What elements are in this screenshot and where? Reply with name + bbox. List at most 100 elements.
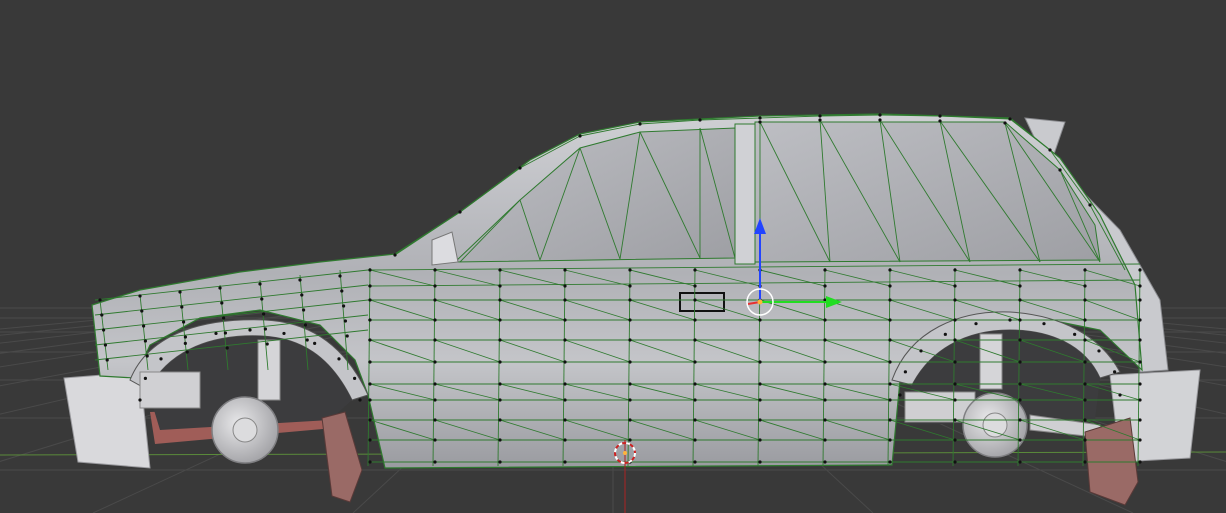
mesh-vertex[interactable] [563, 298, 567, 302]
mesh-vertex[interactable] [1138, 418, 1142, 422]
mesh-vertex[interactable] [1138, 298, 1142, 302]
mesh-vertex[interactable] [433, 418, 437, 422]
mesh-vertex[interactable] [433, 268, 437, 272]
mesh-vertex[interactable] [898, 393, 902, 397]
mesh-vertex[interactable] [358, 398, 362, 402]
mesh-vertex[interactable] [758, 318, 762, 322]
mesh-vertex[interactable] [368, 398, 372, 402]
mesh-vertex[interactable] [263, 327, 267, 331]
mesh-vertex[interactable] [888, 398, 892, 402]
mesh-vertex[interactable] [265, 342, 269, 346]
mesh-vertex[interactable] [888, 338, 892, 342]
mesh-vertex[interactable] [953, 438, 957, 442]
mesh-vertex[interactable] [1138, 360, 1142, 364]
mesh-vertex[interactable] [518, 166, 522, 170]
mesh-vertex[interactable] [258, 282, 262, 286]
mesh-vertex[interactable] [818, 118, 822, 122]
mesh-vertex[interactable] [1083, 338, 1087, 342]
mesh-vertex[interactable] [693, 382, 697, 386]
mesh-vertex[interactable] [180, 305, 184, 309]
mesh-vertex[interactable] [1018, 298, 1022, 302]
mesh-vertex[interactable] [758, 120, 762, 124]
mesh-vertex[interactable] [563, 418, 567, 422]
mesh-vertex[interactable] [368, 338, 372, 342]
mesh-vertex[interactable] [693, 460, 697, 464]
mesh-vertex[interactable] [433, 438, 437, 442]
mesh-vertex[interactable] [628, 398, 632, 402]
mesh-vertex[interactable] [943, 332, 947, 336]
mesh-vertex[interactable] [974, 322, 978, 326]
mesh-vertex[interactable] [102, 328, 106, 332]
mesh-vertex[interactable] [143, 376, 147, 380]
mesh-vertex[interactable] [282, 331, 286, 336]
mesh-vertex[interactable] [628, 418, 632, 422]
mesh-vertex[interactable] [823, 382, 827, 386]
mesh-vertex[interactable] [498, 268, 502, 272]
rear-mudflap[interactable] [1084, 417, 1139, 506]
mesh-vertex[interactable] [1138, 460, 1142, 464]
mesh-vertex[interactable] [693, 338, 697, 342]
mesh-vertex[interactable] [498, 460, 502, 464]
mesh-vertex[interactable] [693, 284, 697, 288]
mesh-vertex[interactable] [758, 460, 762, 464]
mesh-vertex[interactable] [368, 318, 372, 322]
mesh-vertex[interactable] [693, 398, 697, 402]
mesh-vertex[interactable] [1083, 418, 1087, 422]
mesh-vertex[interactable] [953, 298, 957, 302]
mesh-vertex[interactable] [218, 286, 222, 290]
mesh-vertex[interactable] [302, 308, 306, 312]
mesh-vertex[interactable] [433, 298, 437, 302]
mesh-vertex[interactable] [368, 360, 372, 364]
mesh-vertex[interactable] [1083, 360, 1087, 364]
mesh-vertex[interactable] [1138, 338, 1142, 342]
mesh-vertex[interactable] [878, 118, 882, 122]
mesh-vertex[interactable] [823, 318, 827, 322]
mesh-vertex[interactable] [1018, 438, 1022, 442]
mesh-vertex[interactable] [368, 298, 372, 302]
mesh-vertex[interactable] [698, 118, 702, 122]
mesh-vertex[interactable] [1058, 168, 1062, 172]
mesh-vertex[interactable] [563, 360, 567, 364]
mesh-vertex[interactable] [183, 341, 187, 345]
mesh-vertex[interactable] [498, 418, 502, 422]
mesh-vertex[interactable] [693, 438, 697, 442]
mesh-vertex[interactable] [340, 289, 344, 293]
mesh-vertex[interactable] [823, 284, 827, 288]
mesh-vertex[interactable] [1003, 121, 1007, 125]
mesh-vertex[interactable] [1088, 203, 1092, 207]
mesh-vertex[interactable] [628, 284, 632, 288]
mesh-vertex[interactable] [563, 398, 567, 402]
mesh-vertex[interactable] [345, 334, 349, 338]
mesh-vertex[interactable] [100, 313, 104, 317]
mesh-vertex[interactable] [222, 316, 226, 320]
mesh-vertex[interactable] [938, 114, 942, 118]
mesh-vertex[interactable] [878, 113, 882, 117]
mesh-vertex[interactable] [903, 370, 907, 374]
mesh-vertex[interactable] [433, 338, 437, 342]
mesh-vertex[interactable] [368, 460, 372, 464]
mesh-vertex[interactable] [1018, 460, 1022, 464]
mesh-vertex[interactable] [1008, 117, 1012, 121]
mesh-vertex[interactable] [938, 119, 942, 123]
mesh-vertex[interactable] [138, 294, 142, 298]
mesh-vertex[interactable] [823, 460, 827, 464]
mesh-vertex[interactable] [338, 274, 342, 278]
mesh-vertex[interactable] [260, 297, 264, 301]
mesh-vertex[interactable] [313, 341, 317, 345]
mesh-vertex[interactable] [220, 301, 224, 305]
mesh-vertex[interactable] [343, 319, 347, 323]
3d-viewport[interactable] [0, 0, 1226, 513]
mesh-vertex[interactable] [758, 398, 762, 402]
mesh-vertex[interactable] [1048, 148, 1052, 152]
front-mudflap[interactable] [321, 411, 363, 503]
mesh-vertex[interactable] [342, 304, 346, 308]
mesh-vertex[interactable] [888, 284, 892, 288]
mesh-vertex[interactable] [1113, 370, 1117, 374]
mesh-vertex[interactable] [953, 338, 957, 342]
mesh-vertex[interactable] [298, 278, 302, 282]
mesh-vertex[interactable] [1138, 382, 1142, 386]
mesh-vertex[interactable] [498, 284, 502, 288]
mesh-vertex[interactable] [368, 268, 372, 272]
mesh-vertex[interactable] [823, 360, 827, 364]
mesh-vertex[interactable] [953, 318, 957, 322]
